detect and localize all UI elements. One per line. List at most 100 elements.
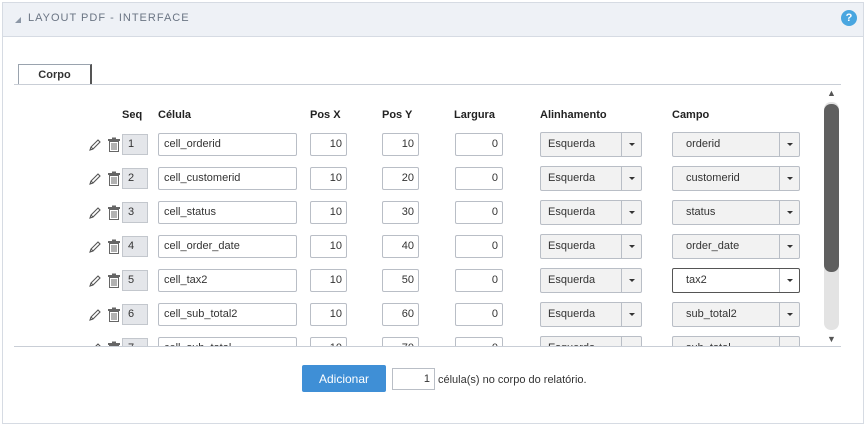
trash-icon[interactable] [107, 137, 121, 155]
campo-select[interactable]: customerid [672, 166, 800, 191]
chevron-down-icon[interactable] [621, 133, 641, 156]
pos-x-input[interactable]: 10 [310, 167, 347, 190]
collapse-icon[interactable] [15, 17, 21, 23]
pos-y-input[interactable]: 20 [382, 167, 419, 190]
scroll-thumb[interactable] [824, 104, 839, 272]
celula-input[interactable]: cell_orderid [158, 133, 297, 156]
chevron-down-icon[interactable] [779, 201, 799, 224]
tab-corpo[interactable]: Corpo [18, 64, 92, 85]
pos-y-input[interactable]: 70 [382, 337, 419, 346]
campo-value: order_date [686, 240, 740, 252]
largura-input[interactable]: 0 [455, 235, 503, 258]
alinhamento-select[interactable]: Esquerda [540, 234, 642, 259]
trash-icon[interactable] [107, 239, 121, 257]
chevron-down-icon[interactable] [779, 337, 799, 346]
pos-x-input[interactable]: 10 [310, 269, 347, 292]
campo-value: customerid [686, 172, 740, 184]
celula-input[interactable]: cell_tax2 [158, 269, 297, 292]
alinhamento-value: Esquerda [548, 342, 595, 346]
campo-select[interactable]: orderid [672, 132, 800, 157]
pos-x-input[interactable]: 10 [310, 303, 347, 326]
alinhamento-select[interactable]: Esquerda [540, 200, 642, 225]
column-header-largura: Largura [454, 109, 495, 121]
campo-select[interactable]: tax2 [672, 268, 800, 293]
pencil-icon[interactable] [88, 342, 102, 346]
pencil-icon[interactable] [88, 274, 102, 291]
pencil-icon[interactable] [88, 138, 102, 155]
pos-y-input[interactable]: 50 [382, 269, 419, 292]
add-button[interactable]: Adicionar [302, 365, 386, 392]
help-icon[interactable]: ? [841, 10, 857, 26]
seq-value: 6 [122, 304, 148, 325]
alinhamento-value: Esquerda [548, 206, 596, 218]
pencil-icon[interactable] [88, 240, 102, 257]
trash-icon[interactable] [107, 205, 121, 223]
alinhamento-select[interactable]: Esquerda [540, 132, 642, 157]
largura-input[interactable]: 0 [455, 269, 503, 292]
pos-y-input[interactable]: 30 [382, 201, 419, 224]
largura-input[interactable]: 0 [455, 303, 503, 326]
trash-icon[interactable] [107, 171, 121, 189]
largura-input[interactable]: 0 [455, 167, 503, 190]
column-header-seq: Seq [122, 109, 143, 121]
trash-icon[interactable] [107, 307, 121, 325]
largura-input[interactable]: 0 [455, 337, 503, 346]
chevron-down-icon[interactable] [779, 303, 799, 326]
chevron-down-icon[interactable] [779, 235, 799, 258]
campo-value: sub_total2 [686, 308, 737, 320]
scroll-up-icon[interactable]: ▲ [827, 89, 836, 98]
pencil-icon[interactable] [88, 172, 102, 189]
alinhamento-select[interactable]: Esquerda [540, 268, 642, 293]
campo-value: tax2 [686, 274, 707, 286]
pencil-icon[interactable] [88, 308, 102, 325]
alinhamento-value: Esquerda [548, 274, 596, 286]
celula-input[interactable]: cell_sub_total2 [158, 303, 297, 326]
column-header-campo: Campo [672, 109, 710, 121]
pos-y-input[interactable]: 60 [382, 303, 419, 326]
chevron-down-icon[interactable] [779, 167, 799, 190]
pos-y-input[interactable]: 10 [382, 133, 419, 156]
seq-value: 5 [122, 270, 148, 291]
chevron-down-icon[interactable] [621, 303, 641, 326]
chevron-down-icon[interactable] [621, 201, 641, 224]
column-header-celula: Célula [158, 109, 192, 121]
alinhamento-value: Esquerda [548, 138, 596, 150]
pos-x-input[interactable]: 10 [310, 337, 347, 346]
pos-x-input[interactable]: 10 [310, 201, 347, 224]
cell-count-input[interactable]: 1 [392, 368, 435, 390]
chevron-down-icon[interactable] [621, 167, 641, 190]
chevron-down-icon[interactable] [779, 133, 799, 156]
seq-value: 4 [122, 236, 148, 257]
campo-value: sub_total [686, 342, 731, 346]
campo-select[interactable]: sub_total [672, 336, 800, 346]
campo-value: orderid [686, 138, 721, 150]
pos-x-input[interactable]: 10 [310, 133, 347, 156]
campo-select[interactable]: status [672, 200, 800, 225]
celula-input[interactable]: cell_order_date [158, 235, 297, 258]
panel-title: LAYOUT PDF - INTERFACE [28, 12, 190, 24]
campo-select[interactable]: order_date [672, 234, 800, 259]
vertical-scrollbar[interactable]: ▲ ▼ [821, 86, 841, 347]
trash-icon[interactable] [107, 273, 121, 291]
celula-input[interactable]: cell_sub_total [158, 337, 297, 346]
campo-select[interactable]: sub_total2 [672, 302, 800, 327]
scroll-down-icon[interactable]: ▼ [827, 335, 836, 344]
chevron-down-icon[interactable] [621, 337, 641, 346]
seq-value: 2 [122, 168, 148, 189]
chevron-down-icon[interactable] [779, 269, 799, 292]
cell-count-label: célula(s) no corpo do relatório. [438, 374, 587, 386]
pencil-icon[interactable] [88, 206, 102, 223]
seq-value: 3 [122, 202, 148, 223]
largura-input[interactable]: 0 [455, 201, 503, 224]
alinhamento-select[interactable]: Esquerda [540, 166, 642, 191]
pos-x-input[interactable]: 10 [310, 235, 347, 258]
chevron-down-icon[interactable] [621, 269, 641, 292]
pos-y-input[interactable]: 40 [382, 235, 419, 258]
alinhamento-select[interactable]: Esquerda [540, 336, 642, 346]
largura-input[interactable]: 0 [455, 133, 503, 156]
celula-input[interactable]: cell_customerid [158, 167, 297, 190]
chevron-down-icon[interactable] [621, 235, 641, 258]
trash-icon[interactable] [107, 341, 121, 346]
alinhamento-select[interactable]: Esquerda [540, 302, 642, 327]
celula-input[interactable]: cell_status [158, 201, 297, 224]
